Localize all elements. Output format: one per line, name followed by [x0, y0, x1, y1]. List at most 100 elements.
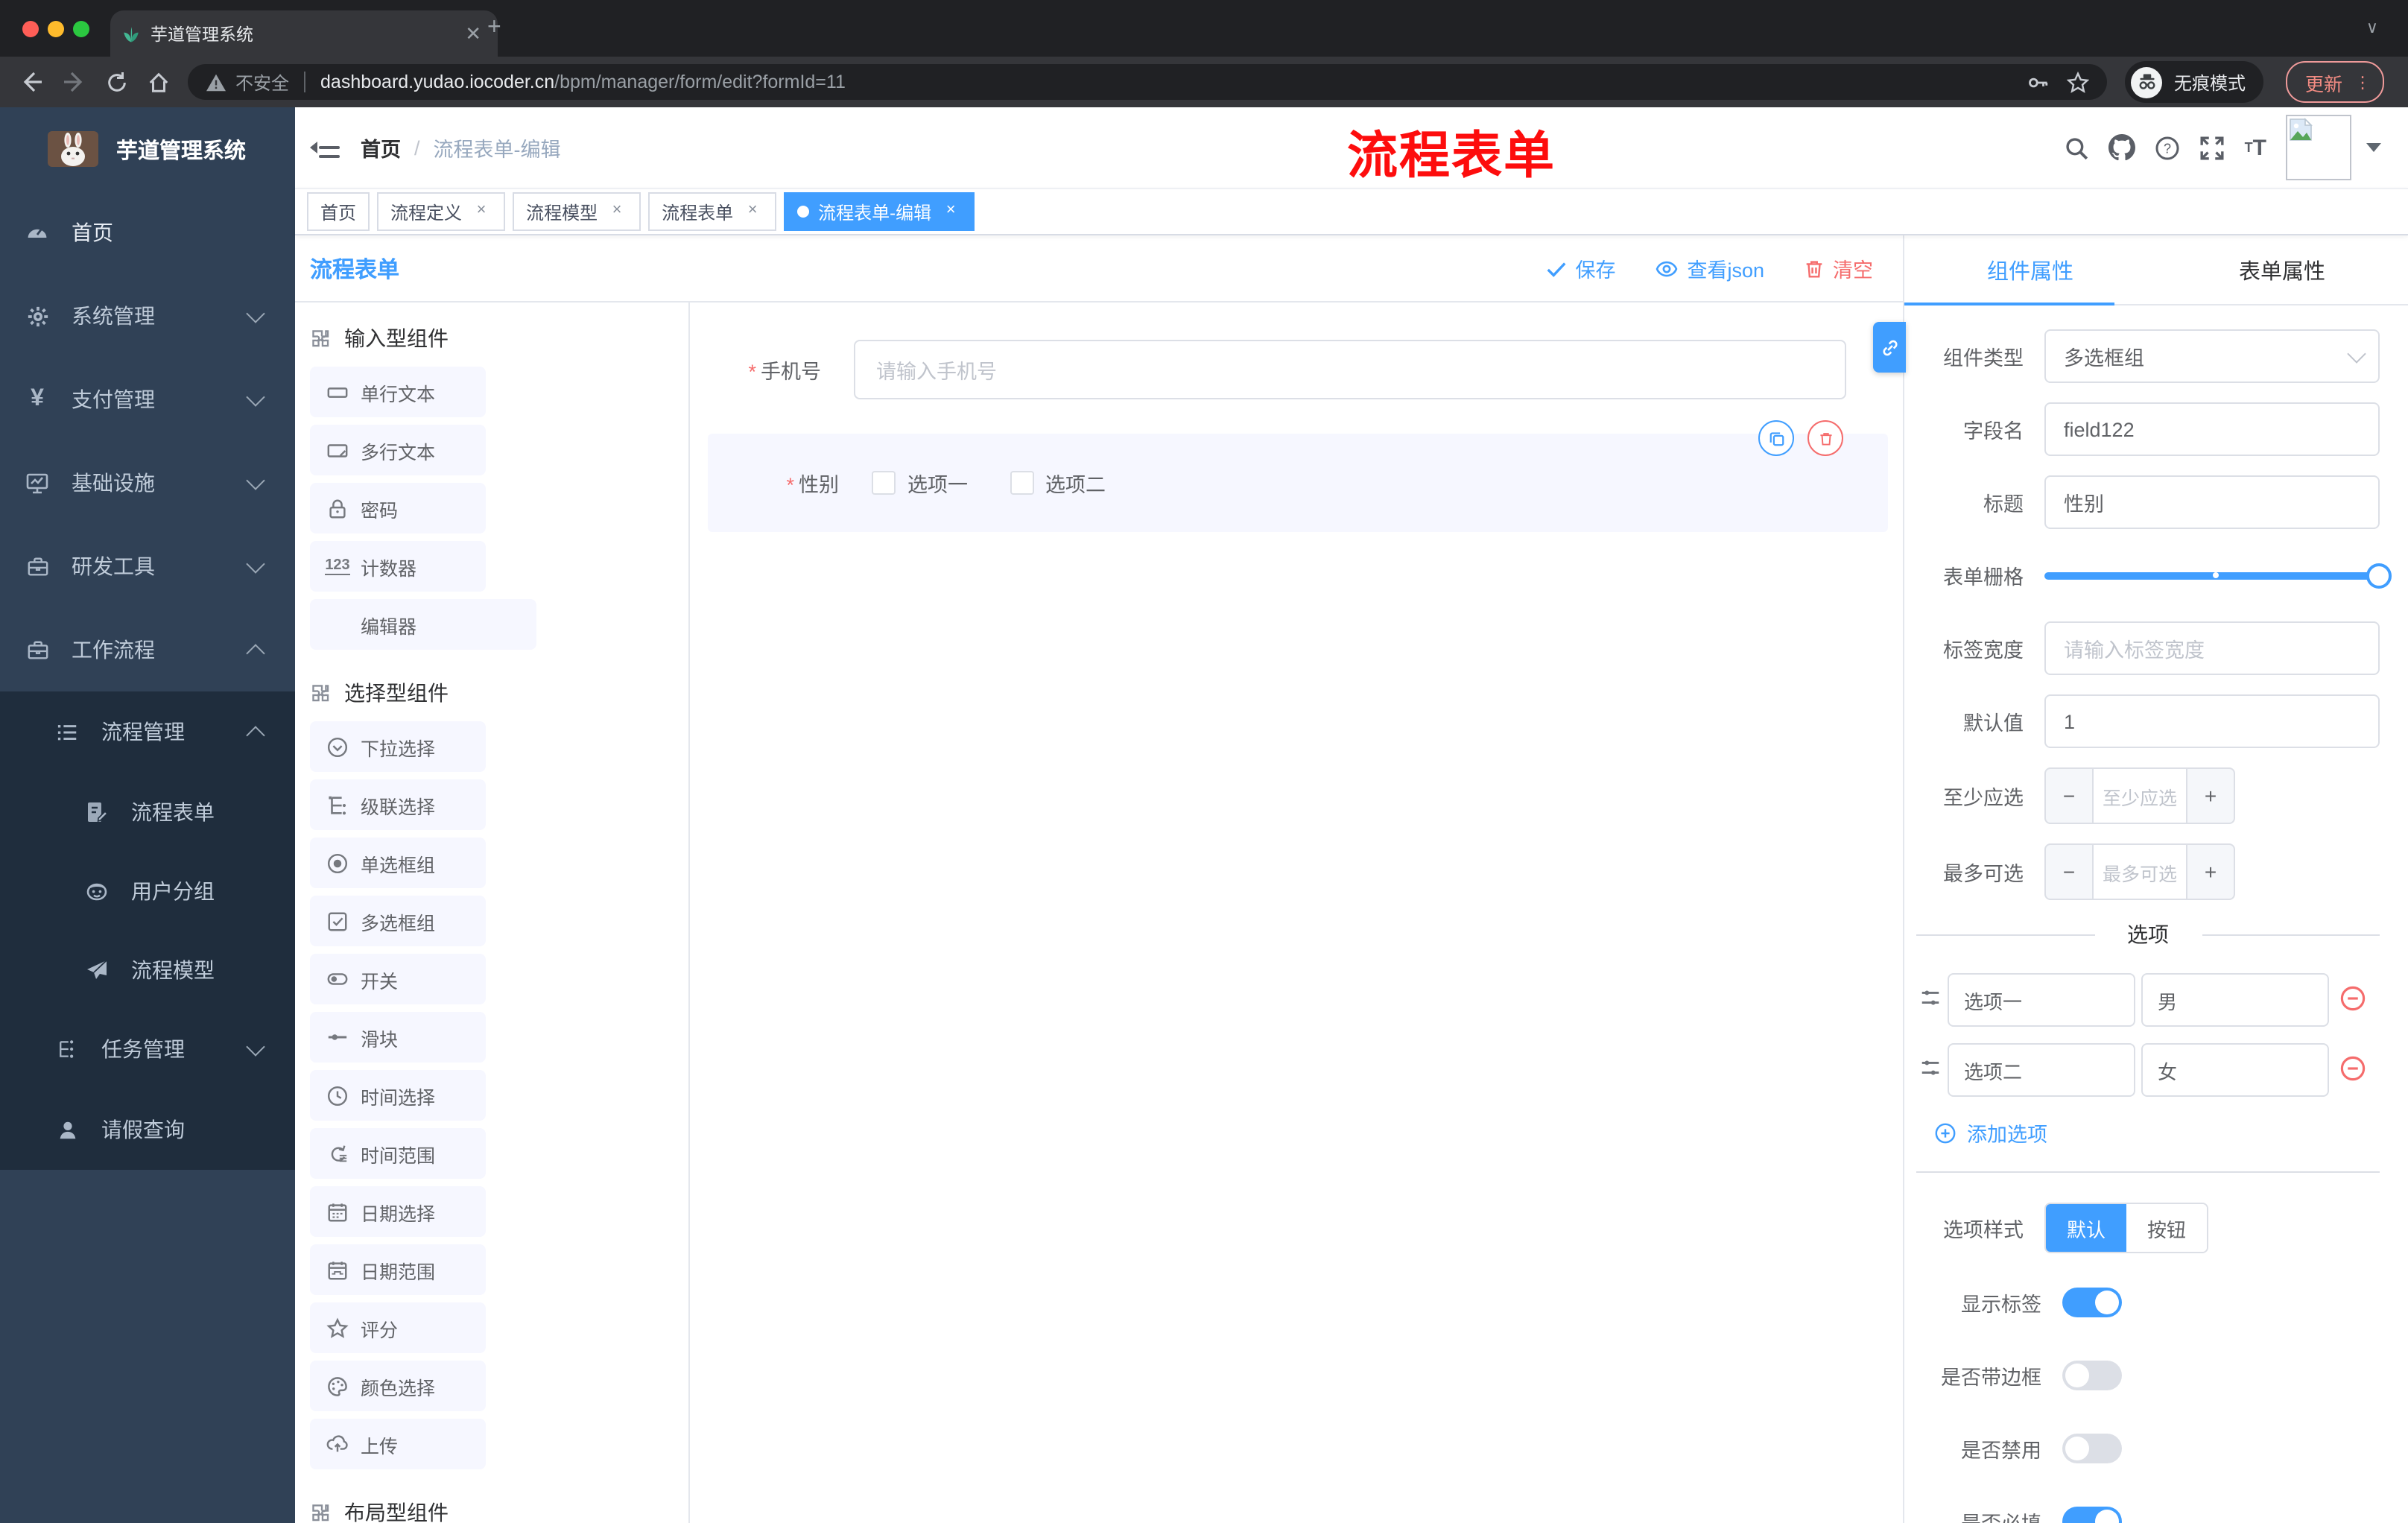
sidebar-collapse-icon[interactable] — [310, 136, 340, 159]
field-input-标签宽度[interactable]: 请输入标签宽度 — [2044, 621, 2380, 675]
font-size-icon[interactable]: TT — [2245, 135, 2266, 160]
component-item-单行文本[interactable]: 单行文本 — [310, 367, 486, 417]
stepper-plus-button[interactable]: + — [2187, 769, 2234, 823]
browser-tab[interactable]: 芋道管理系统 ✕ — [110, 10, 498, 57]
tag-close-icon[interactable]: × — [471, 201, 492, 222]
password-key-icon[interactable] — [2027, 71, 2049, 93]
browser-update-button[interactable]: 更新 ⋮ — [2286, 61, 2385, 103]
avatar[interactable] — [2286, 115, 2351, 180]
fullscreen-icon[interactable] — [2200, 135, 2225, 160]
tag-close-icon[interactable]: × — [742, 201, 763, 222]
option-value-input[interactable]: 男 — [2141, 973, 2329, 1027]
tag-流程定义[interactable]: 流程定义 × — [377, 192, 506, 231]
tag-首页[interactable]: 首页 — [307, 192, 370, 231]
forward-icon[interactable] — [63, 70, 86, 94]
browser-menu-dots-icon[interactable]: ⋮ — [2354, 72, 2371, 92]
style-default-button[interactable]: 默认 — [2046, 1204, 2126, 1252]
remove-option-button[interactable] — [2339, 1054, 2366, 1086]
field-input-字段名[interactable]: field122 — [2044, 402, 2380, 456]
component-item-开关[interactable]: 开关 — [310, 954, 486, 1004]
option-value-input[interactable]: 女 — [2141, 1043, 2329, 1097]
tag-流程模型[interactable]: 流程模型 × — [513, 192, 641, 231]
component-item-编辑器[interactable]: 编辑器 — [310, 599, 536, 650]
tab-close-icon[interactable]: ✕ — [460, 22, 486, 45]
bookmark-star-icon[interactable] — [2067, 71, 2089, 93]
stepper-input[interactable]: 至少应选 — [2092, 769, 2187, 823]
zoom-window-button[interactable] — [73, 21, 89, 37]
tab-component-props[interactable]: 组件属性 — [1904, 235, 2156, 304]
drag-handle[interactable] — [1919, 987, 1942, 1013]
component-item-评分[interactable]: 评分 — [310, 1302, 486, 1353]
sidebar-item-工作流程[interactable]: 工作流程 — [0, 608, 295, 691]
reload-icon[interactable] — [106, 71, 128, 93]
toggle-显示标签[interactable] — [2062, 1288, 2122, 1317]
component-item-密码[interactable]: 密码 — [310, 483, 486, 533]
field-input-默认值[interactable]: 1 — [2044, 694, 2380, 748]
tag-流程表单-编辑[interactable]: 流程表单-编辑 × — [784, 192, 975, 231]
field-select-组件类型[interactable]: 多选框组 — [2044, 329, 2380, 383]
component-item-上传[interactable]: 上传 — [310, 1419, 486, 1469]
style-button-button[interactable]: 按钮 — [2126, 1204, 2207, 1252]
component-item-计数器[interactable]: 123 计数器 — [310, 541, 486, 592]
view-json-button[interactable]: 查看json — [1654, 253, 1764, 283]
gender-option-2-checkbox[interactable]: 选项二 — [1010, 468, 1106, 498]
delete-component-button[interactable] — [1807, 420, 1843, 456]
stepper-input[interactable]: 最多可选 — [2092, 845, 2187, 899]
sidebar-item-流程管理[interactable]: 流程管理 — [0, 691, 295, 772]
phone-input[interactable]: 请输入手机号 — [854, 340, 1846, 399]
home-icon[interactable] — [148, 71, 170, 93]
help-icon[interactable]: ? — [2155, 135, 2181, 160]
url-bar[interactable]: 不安全 dashboard.yudao.iocoder.cn/bpm/manag… — [188, 64, 2107, 100]
grid-slider[interactable] — [2044, 548, 2392, 602]
close-window-button[interactable] — [22, 21, 39, 37]
search-icon[interactable] — [2065, 135, 2090, 160]
tab-search-caret-icon[interactable]: ∨ — [2366, 18, 2378, 37]
breadcrumb-home[interactable]: 首页 — [361, 133, 401, 162]
gender-field-selected-block[interactable]: * 性别 选项一 选项二 — [708, 420, 1888, 532]
component-item-时间选择[interactable]: 时间选择 — [310, 1070, 486, 1121]
save-button[interactable]: 保存 — [1545, 253, 1615, 283]
sidebar-logo[interactable]: 芋道管理系统 — [0, 107, 295, 191]
slider-handle[interactable] — [2366, 563, 2392, 588]
stepper-plus-button[interactable]: + — [2187, 845, 2234, 899]
sidebar-item-首页[interactable]: 首页 — [0, 191, 295, 274]
component-item-颜色选择[interactable]: 颜色选择 — [310, 1361, 486, 1411]
link-toggle-tab[interactable] — [1873, 322, 1906, 373]
toggle-是否必填[interactable] — [2062, 1507, 2122, 1523]
sidebar-item-流程模型[interactable]: 流程模型 — [0, 930, 295, 1009]
component-item-日期选择[interactable]: 日期选择 — [310, 1186, 486, 1237]
component-item-多行文本[interactable]: 多行文本 — [310, 425, 486, 475]
sidebar-item-流程表单[interactable]: 流程表单 — [0, 772, 295, 851]
component-item-多选框组[interactable]: 多选框组 — [310, 896, 486, 946]
toggle-是否带边框[interactable] — [2062, 1361, 2122, 1390]
component-item-滑块[interactable]: 滑块 — [310, 1012, 486, 1063]
sidebar-item-基础设施[interactable]: 基础设施 — [0, 441, 295, 525]
tab-form-props[interactable]: 表单属性 — [2156, 235, 2408, 304]
gender-option-1-checkbox[interactable]: 选项一 — [872, 468, 968, 498]
component-item-日期范围[interactable]: 日期范围 — [310, 1244, 486, 1295]
sidebar-item-用户分组[interactable]: 用户分组 — [0, 851, 295, 930]
component-item-单选框组[interactable]: 单选框组 — [310, 838, 486, 888]
clear-button[interactable]: 清空 — [1803, 253, 1873, 283]
security-warning-icon[interactable] — [206, 72, 226, 92]
sidebar-item-系统管理[interactable]: 系统管理 — [0, 274, 295, 358]
stepper-minus-button[interactable]: − — [2046, 769, 2092, 823]
github-icon[interactable] — [2108, 134, 2136, 161]
phone-field-row[interactable]: * 手机号 请输入手机号 — [690, 340, 1903, 399]
drag-handle[interactable] — [1919, 1057, 1942, 1083]
tag-流程表单[interactable]: 流程表单 × — [648, 192, 777, 231]
back-icon[interactable] — [19, 70, 43, 94]
copy-component-button[interactable] — [1758, 420, 1794, 456]
checkbox-icon[interactable] — [872, 471, 896, 495]
sidebar-item-请假查询[interactable]: 请假查询 — [0, 1089, 295, 1170]
add-option-button[interactable]: 添加选项 — [1934, 1118, 2380, 1147]
new-tab-button[interactable]: + — [487, 16, 501, 40]
sidebar-item-研发工具[interactable]: 研发工具 — [0, 525, 295, 608]
field-input-标题[interactable]: 性别 — [2044, 475, 2380, 529]
minimize-window-button[interactable] — [48, 21, 64, 37]
component-item-时间范围[interactable]: 时间范围 — [310, 1128, 486, 1179]
avatar-caret-icon[interactable] — [2366, 143, 2381, 152]
toggle-是否禁用[interactable] — [2062, 1434, 2122, 1463]
option-label-input[interactable]: 选项二 — [1948, 1043, 2135, 1097]
sidebar-item-任务管理[interactable]: 任务管理 — [0, 1009, 295, 1089]
